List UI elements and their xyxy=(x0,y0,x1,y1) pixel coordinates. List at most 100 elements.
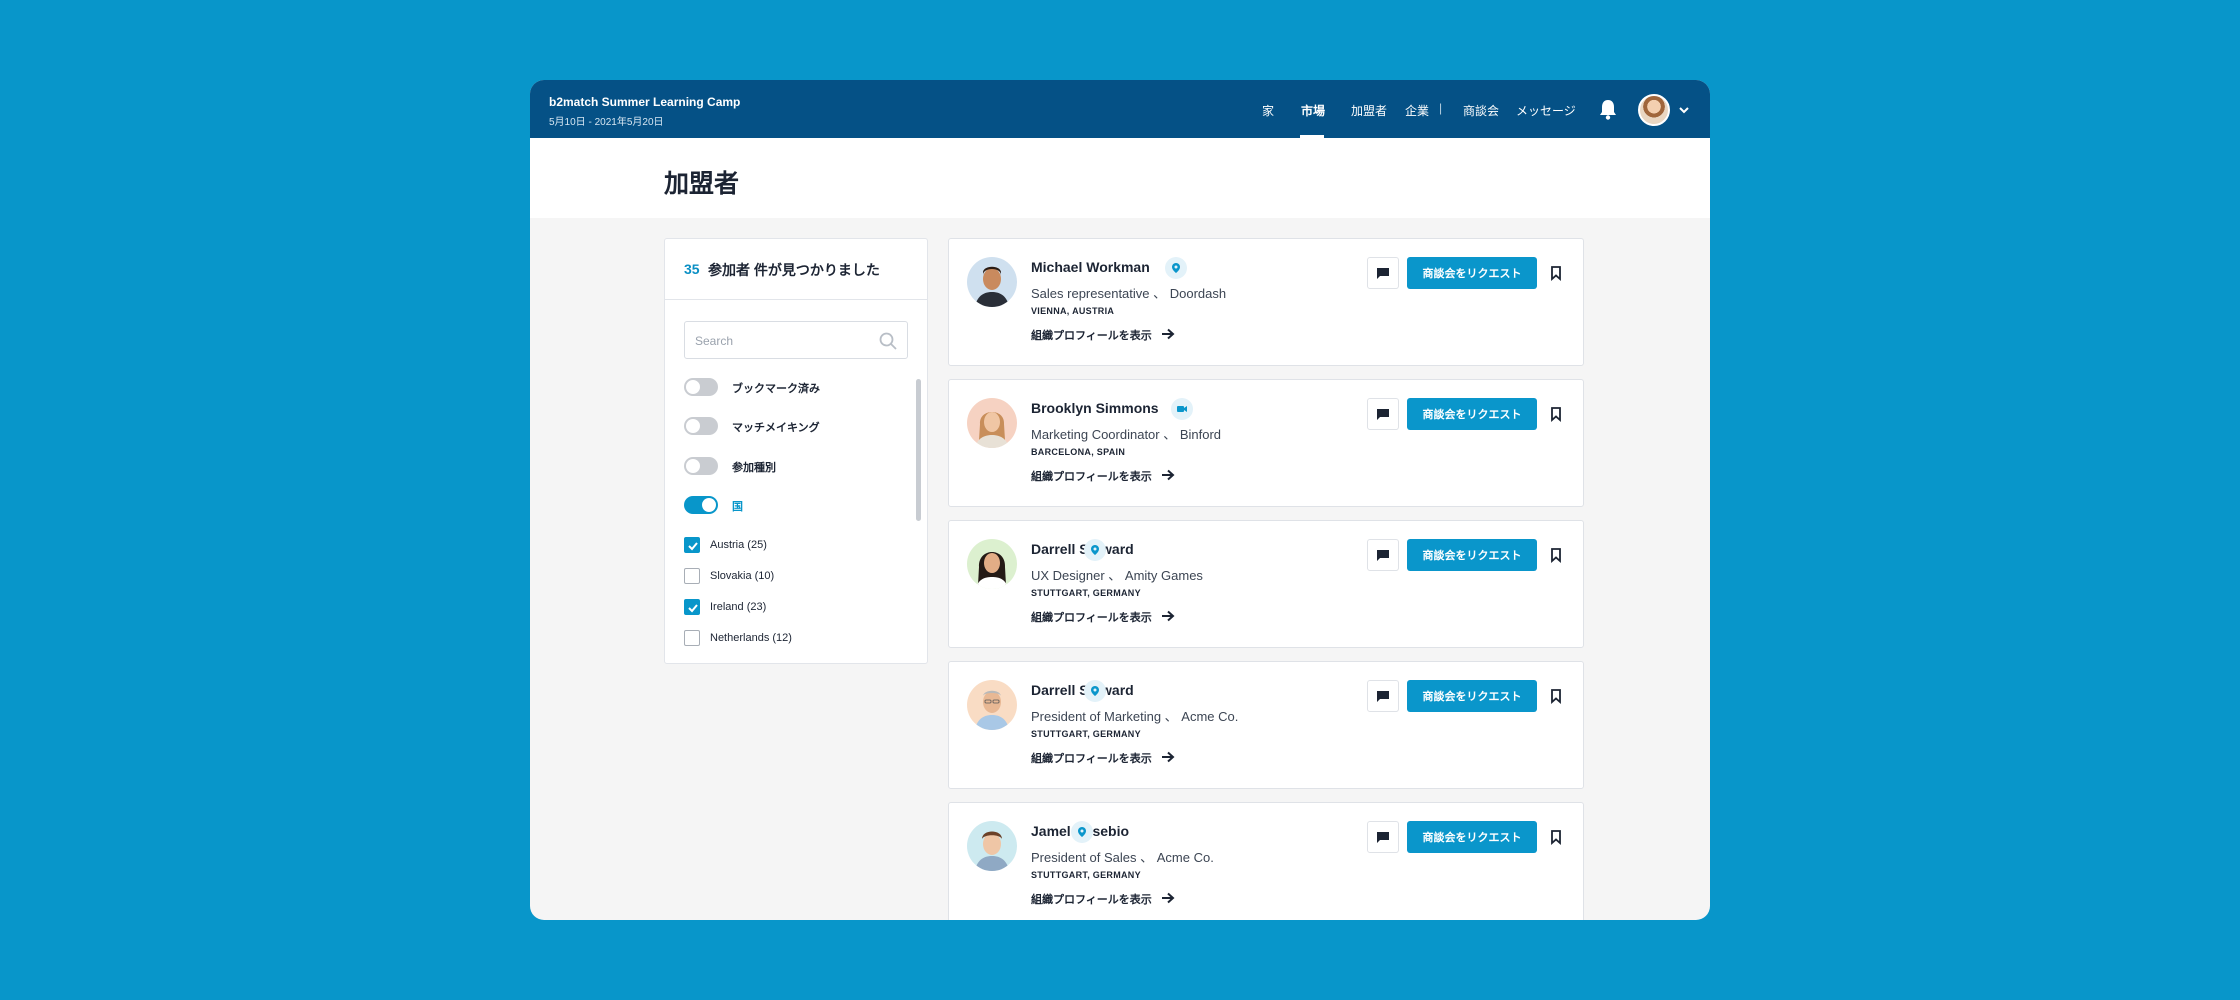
country-filter-slovakia[interactable]: Slovakia (10) xyxy=(684,568,904,586)
checkmark-icon xyxy=(688,542,698,551)
view-organization-link[interactable]: 組織プロフィールを表示 xyxy=(1031,468,1152,484)
request-meeting-button[interactable]: 商談会をリクエスト xyxy=(1407,821,1537,853)
bookmark-icon[interactable] xyxy=(1549,406,1563,422)
bookmark-icon[interactable] xyxy=(1549,547,1563,563)
participant-name[interactable]: Darrell Steward xyxy=(1031,682,1134,698)
participant-location: VIENNA, AUSTRIA xyxy=(1031,306,1115,316)
arrow-right-icon[interactable] xyxy=(1161,610,1175,622)
event-dates: 5月10日 - 2021年5月20日 xyxy=(549,117,664,128)
toggle-matchmaking[interactable]: マッチメイキング xyxy=(684,417,904,437)
participant-role: Sales representative 、 Doordash xyxy=(1031,286,1227,301)
nav-organizations[interactable]: 企業 xyxy=(1405,102,1429,119)
participant-location: STUTTGART, GERMANY xyxy=(1031,588,1141,598)
nav-marketplace[interactable]: 市場 xyxy=(1301,102,1325,119)
location-pin-icon xyxy=(1071,821,1093,843)
participant-card: Darrell Steward President of Marketing 、… xyxy=(948,661,1584,789)
request-meeting-button[interactable]: 商談会をリクエスト xyxy=(1407,680,1537,712)
checkbox[interactable] xyxy=(684,630,700,646)
location-pin-icon xyxy=(1084,539,1106,561)
participant-avatar[interactable] xyxy=(967,398,1017,448)
search-icon[interactable] xyxy=(878,331,898,351)
notification-bell-icon[interactable] xyxy=(1598,98,1618,120)
country-filter-netherlands[interactable]: Netherlands (12) xyxy=(684,630,904,648)
country-filter-ireland[interactable]: Ireland (23) xyxy=(684,599,904,617)
nav-participants[interactable]: 加盟者 xyxy=(1351,102,1387,119)
toggle-switch[interactable] xyxy=(684,457,718,475)
arrow-right-icon[interactable] xyxy=(1161,751,1175,763)
results-count-label: 参加者 件が見つかりました xyxy=(708,262,880,278)
nav-home[interactable]: 家 xyxy=(1262,102,1274,119)
checkbox-label: Austria (25) xyxy=(710,539,767,551)
message-button[interactable] xyxy=(1367,257,1399,289)
checkbox-label: Netherlands (12) xyxy=(710,632,792,644)
participant-card: Jamel Eusebio President of Sales 、 Acme … xyxy=(948,802,1584,920)
view-organization-link[interactable]: 組織プロフィールを表示 xyxy=(1031,750,1152,766)
filter-scrollbar[interactable] xyxy=(916,379,921,521)
results-count: 35 xyxy=(684,261,700,277)
message-button[interactable] xyxy=(1367,398,1399,430)
video-camera-icon xyxy=(1171,398,1193,420)
search-input[interactable] xyxy=(695,332,865,350)
chat-bubble-icon xyxy=(1377,268,1389,279)
arrow-right-icon[interactable] xyxy=(1161,328,1175,340)
event-title[interactable]: b2match Summer Learning Camp xyxy=(549,95,740,109)
toggle-bookmarked[interactable]: ブックマーク済み xyxy=(684,378,904,398)
participant-card: Michael Workman Sales representative 、 D… xyxy=(948,238,1584,366)
toggle-switch[interactable] xyxy=(684,378,718,396)
participant-avatar[interactable] xyxy=(967,821,1017,871)
view-organization-link[interactable]: 組織プロフィールを表示 xyxy=(1031,891,1152,907)
checkbox[interactable] xyxy=(684,537,700,553)
view-organization-link[interactable]: 組織プロフィールを表示 xyxy=(1031,609,1152,625)
page-header: 加盟者 xyxy=(530,138,1710,218)
bookmark-icon[interactable] xyxy=(1549,829,1563,845)
participant-location: BARCELONA, SPAIN xyxy=(1031,447,1126,457)
search-box xyxy=(684,321,908,359)
request-meeting-button[interactable]: 商談会をリクエスト xyxy=(1407,257,1537,289)
toggle-participation-type[interactable]: 参加種別 xyxy=(684,457,904,477)
checkbox[interactable] xyxy=(684,599,700,615)
toggle-switch[interactable] xyxy=(684,496,718,514)
checkmark-icon xyxy=(688,604,698,613)
toggle-label: ブックマーク済み xyxy=(732,383,820,395)
chat-bubble-icon xyxy=(1377,691,1389,702)
arrow-right-icon[interactable] xyxy=(1161,469,1175,481)
nav-separator: | xyxy=(1439,101,1443,115)
toggle-label: 国 xyxy=(732,501,743,513)
chat-bubble-icon xyxy=(1377,832,1389,843)
toggle-switch[interactable] xyxy=(684,417,718,435)
participant-role: President of Marketing 、 Acme Co. xyxy=(1031,709,1239,724)
bookmark-icon[interactable] xyxy=(1549,265,1563,281)
message-button[interactable] xyxy=(1367,680,1399,712)
participant-location: STUTTGART, GERMANY xyxy=(1031,870,1141,880)
request-meeting-button[interactable]: 商談会をリクエスト xyxy=(1407,398,1537,430)
country-filter-austria[interactable]: Austria (25) xyxy=(684,537,904,555)
toggle-country[interactable]: 国 xyxy=(684,496,904,516)
chevron-down-icon[interactable] xyxy=(1678,104,1690,116)
request-meeting-button[interactable]: 商談会をリクエスト xyxy=(1407,539,1537,571)
participant-avatar[interactable] xyxy=(967,539,1017,589)
checkbox-label: Slovakia (10) xyxy=(710,570,775,582)
checkbox-label: Ireland (23) xyxy=(710,601,767,613)
arrow-right-icon[interactable] xyxy=(1161,892,1175,904)
bookmark-icon[interactable] xyxy=(1549,688,1563,704)
participant-role: UX Designer 、 Amity Games xyxy=(1031,568,1203,583)
app-window: b2match Summer Learning Camp 5月10日 - 202… xyxy=(530,80,1710,920)
nav-meetings[interactable]: 商談会 xyxy=(1463,102,1499,119)
message-button[interactable] xyxy=(1367,539,1399,571)
participant-name[interactable]: Michael Workman xyxy=(1031,259,1150,275)
participant-name[interactable]: Brooklyn Simmons xyxy=(1031,400,1159,416)
top-navigation-bar: b2match Summer Learning Camp 5月10日 - 202… xyxy=(530,80,1710,138)
nav-messages[interactable]: メッセージ xyxy=(1516,102,1576,119)
chat-bubble-icon xyxy=(1377,550,1389,561)
location-pin-icon xyxy=(1084,680,1106,702)
view-organization-link[interactable]: 組織プロフィールを表示 xyxy=(1031,327,1152,343)
participant-avatar[interactable] xyxy=(967,257,1017,307)
filter-panel: 35 参加者 件が見つかりました ブックマーク済み マッチメイキング 参加種別 … xyxy=(664,238,928,664)
checkbox[interactable] xyxy=(684,568,700,584)
participant-card: Darrell Steward UX Designer 、 Amity Game… xyxy=(948,520,1584,648)
participant-name[interactable]: Darrell Steward xyxy=(1031,541,1134,557)
user-avatar[interactable] xyxy=(1638,94,1670,126)
participant-avatar[interactable] xyxy=(967,680,1017,730)
toggle-label: 参加種別 xyxy=(732,462,776,474)
message-button[interactable] xyxy=(1367,821,1399,853)
